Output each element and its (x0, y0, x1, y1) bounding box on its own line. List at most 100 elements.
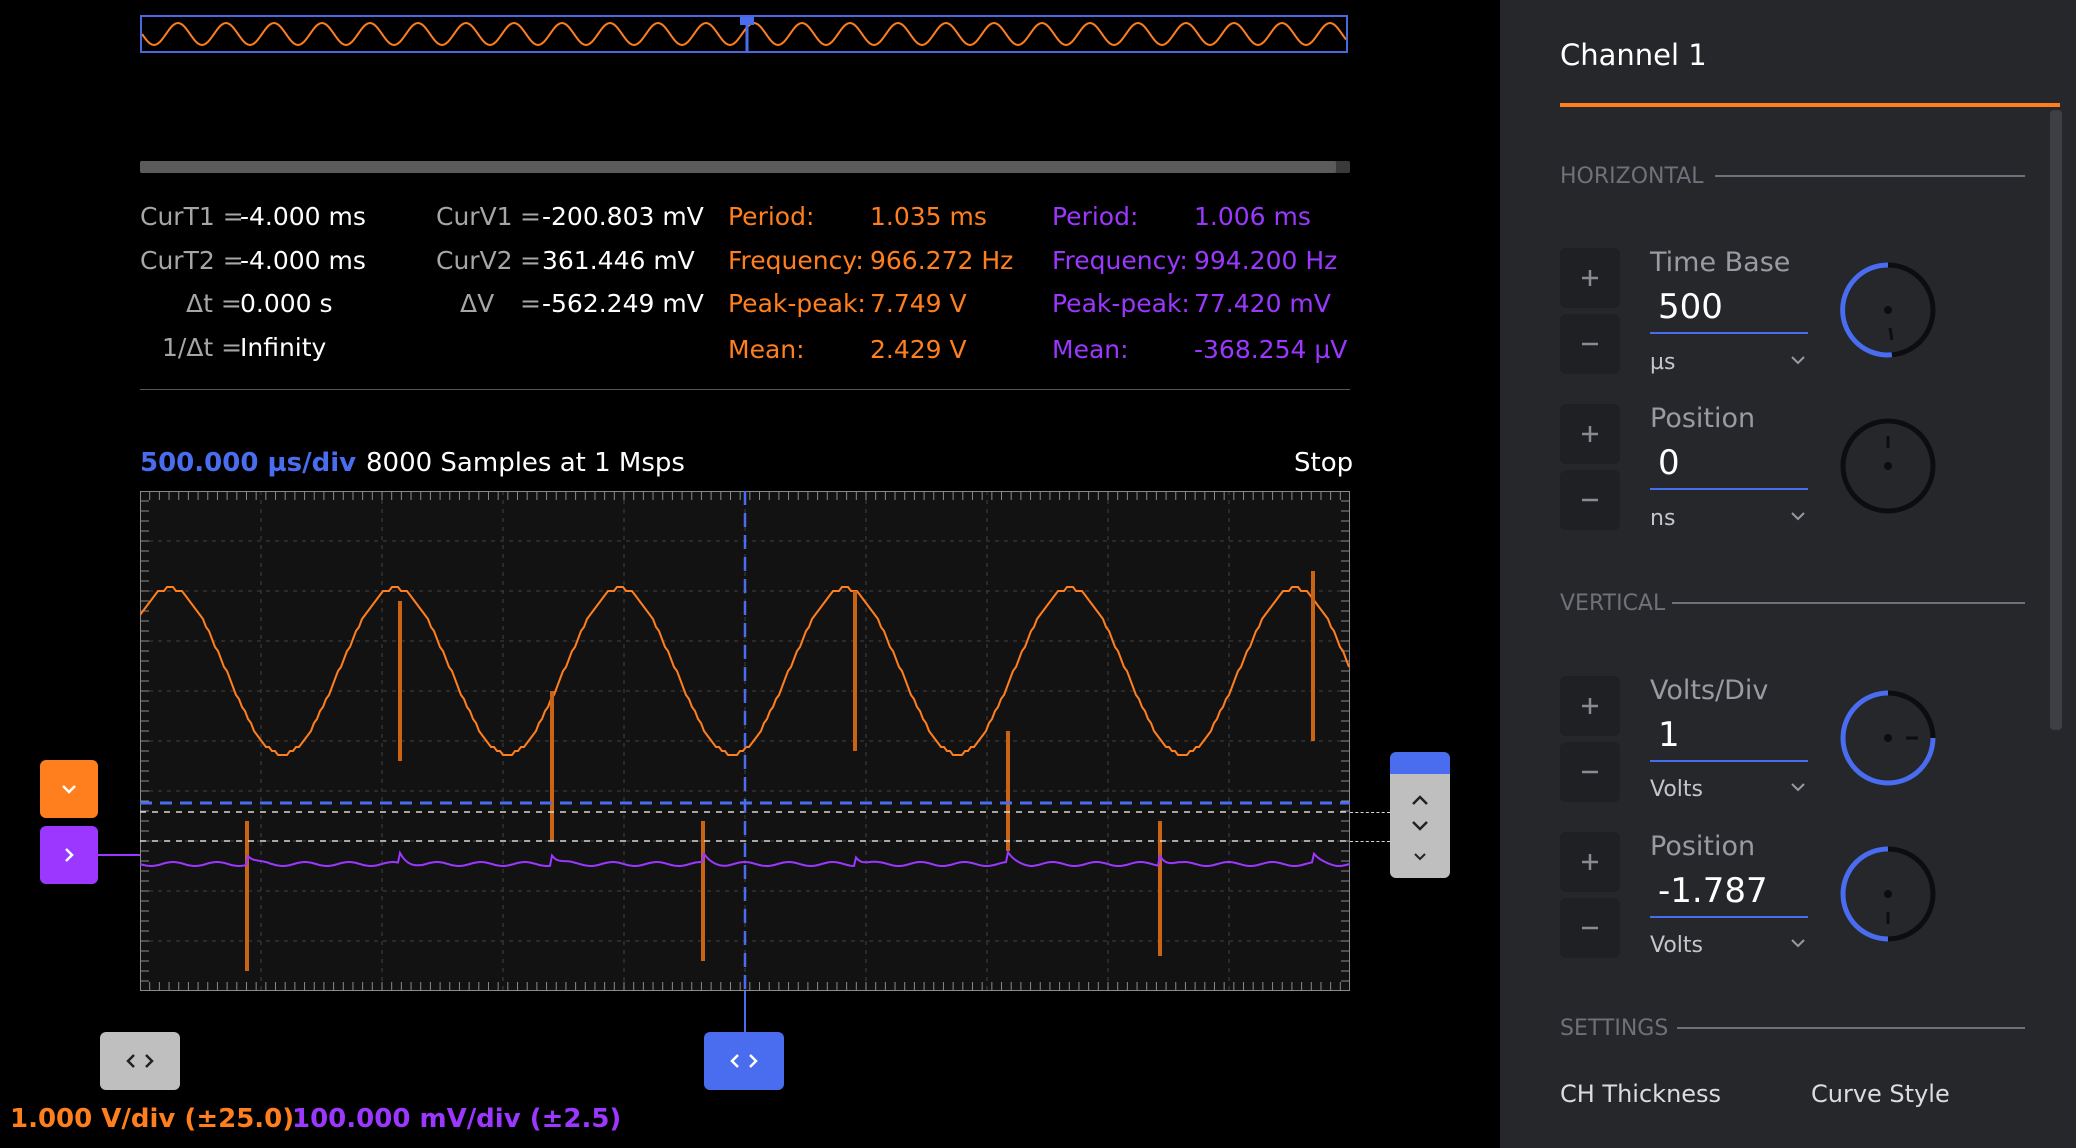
minus-icon (1582, 498, 1598, 502)
ch2-scale-readout: 100.000 mV/div (±2.5) (292, 1104, 622, 1134)
v-position-unit[interactable]: Volts (1650, 933, 1703, 958)
time-base-knob[interactable] (1838, 260, 1938, 360)
time-base-minus-button[interactable] (1560, 314, 1620, 374)
ch1-mean-value: 2.429 V (870, 335, 967, 364)
curv1-eq: = (520, 202, 541, 231)
scrollbar-thumb[interactable] (140, 161, 1336, 173)
delta-v-eq: = (520, 289, 541, 318)
volts-div-label: Volts/Div (1650, 675, 1769, 706)
plus-icon (1582, 426, 1598, 442)
trigger-position-handle[interactable] (704, 1032, 784, 1090)
chevron-down-icon[interactable] (1788, 777, 1808, 797)
h-position-minus-button[interactable] (1560, 470, 1620, 530)
v-position-minus-button[interactable] (1560, 898, 1620, 958)
overview-waveform (142, 17, 1346, 51)
left-right-arrows-icon (730, 1054, 758, 1068)
ch2-frequency-value: 994.200 Hz (1194, 246, 1338, 275)
v-position-underline (1650, 916, 1808, 918)
ch1-scale-readout: 1.000 V/div (±25.0) (10, 1104, 295, 1134)
minus-icon (1582, 926, 1598, 930)
panel-title: Channel 1 (1560, 38, 1707, 72)
h-position-unit[interactable]: ns (1650, 506, 1675, 531)
vertical-heading-line (1672, 602, 2025, 604)
time-base-underline (1650, 332, 1808, 334)
panel-title-underline (1560, 103, 2060, 107)
ch2-offset-marker[interactable] (40, 826, 98, 884)
measurements-divider (140, 389, 1350, 390)
oscilloscope-plot[interactable] (140, 491, 1350, 991)
ch2-peakpeak-value: 77.420 mV (1194, 289, 1331, 318)
volts-div-input[interactable]: 1 (1658, 715, 1680, 755)
curt2-value: -4.000 ms (240, 246, 366, 275)
chevron-down-icon[interactable] (1788, 506, 1808, 526)
v-position-label: Position (1650, 831, 1756, 862)
v-position-plus-button[interactable] (1560, 832, 1620, 892)
h-position-plus-button[interactable] (1560, 404, 1620, 464)
time-base-unit[interactable]: µs (1650, 350, 1675, 375)
plus-icon (1582, 854, 1598, 870)
horizontal-scrollbar[interactable] (140, 161, 1350, 173)
h-position-label: Position (1650, 403, 1756, 434)
minus-icon (1582, 770, 1598, 774)
ch2-mean-value: -368.254 µV (1194, 335, 1348, 364)
trigger-controls[interactable] (1390, 774, 1450, 878)
trigger-level-handle[interactable] (1390, 752, 1450, 776)
curv2-label: CurV2 (436, 246, 513, 275)
up-down-chevrons-icon (1412, 795, 1428, 861)
minus-icon (1582, 342, 1598, 346)
h-position-input[interactable]: 0 (1658, 443, 1680, 483)
delta-v-label: ΔV (460, 289, 495, 318)
settings-heading: SETTINGS (1560, 1016, 1669, 1041)
cursor-1-connector (1350, 812, 1390, 813)
time-cursor-handle[interactable] (100, 1032, 180, 1090)
ch-thickness-label: CH Thickness (1560, 1080, 1722, 1108)
volts-div-plus-button[interactable] (1560, 676, 1620, 736)
time-base-label: Time Base (1650, 247, 1791, 278)
curv2-eq: = (520, 246, 541, 275)
cursor-2-connector (1350, 841, 1390, 842)
curt1-value: -4.000 ms (240, 202, 366, 231)
delta-t-value: 0.000 s (240, 289, 333, 318)
chevron-right-icon (65, 848, 74, 862)
volts-div-minus-button[interactable] (1560, 742, 1620, 802)
channel-settings-panel: Channel 1 HORIZONTAL Time Base 500 µs Po… (1500, 0, 2076, 1148)
volts-div-knob[interactable] (1838, 688, 1938, 788)
inv-delta-t-value: Infinity (240, 333, 327, 362)
run-state[interactable]: Stop (1294, 448, 1353, 478)
left-right-arrows-icon (126, 1054, 154, 1068)
curt2-label: CurT2 = (140, 246, 244, 275)
waveform-overview[interactable] (140, 15, 1348, 53)
v-position-knob[interactable] (1838, 844, 1938, 944)
chevron-down-icon[interactable] (1788, 933, 1808, 953)
ch2-period-label: Period: (1052, 202, 1139, 231)
ch1-frequency-label: Frequency: (728, 246, 864, 275)
chevron-down-icon (62, 785, 76, 794)
horizontal-heading: HORIZONTAL (1560, 164, 1704, 189)
time-base-plus-button[interactable] (1560, 248, 1620, 308)
ch2-peakpeak-label: Peak-peak: (1052, 289, 1190, 318)
ch1-period-label: Period: (728, 202, 815, 231)
curve-style-label: Curve Style (1811, 1080, 1950, 1108)
panel-scrollbar[interactable] (2050, 110, 2062, 730)
horizontal-heading-line (1715, 175, 2025, 177)
plus-icon (1582, 270, 1598, 286)
vertical-heading: VERTICAL (1560, 591, 1666, 616)
time-base-input[interactable]: 500 (1658, 287, 1723, 327)
delta-t-label: Δt = (186, 289, 242, 318)
settings-heading-line (1677, 1027, 2025, 1029)
curv2-value: 361.446 mV (542, 246, 695, 275)
volts-div-unit[interactable]: Volts (1650, 777, 1703, 802)
ch1-period-value: 1.035 ms (870, 202, 987, 231)
curv1-value: -200.803 mV (542, 202, 704, 231)
oscilloscope-area: CurT1 = -4.000 ms CurT2 = -4.000 ms Δt =… (0, 0, 1500, 1148)
v-position-input[interactable]: -1.787 (1658, 871, 1768, 911)
chevron-down-icon[interactable] (1788, 350, 1808, 370)
ch2-period-value: 1.006 ms (1194, 202, 1311, 231)
ch1-offset-marker[interactable] (40, 760, 98, 818)
curt1-label: CurT1 = (140, 202, 244, 231)
h-position-knob[interactable] (1838, 416, 1938, 516)
curv1-label: CurV1 (436, 202, 513, 231)
plus-icon (1582, 698, 1598, 714)
samples-readout: 8000 Samples at 1 Msps (366, 448, 685, 478)
timebase-readout: 500.000 µs/div (140, 448, 357, 478)
